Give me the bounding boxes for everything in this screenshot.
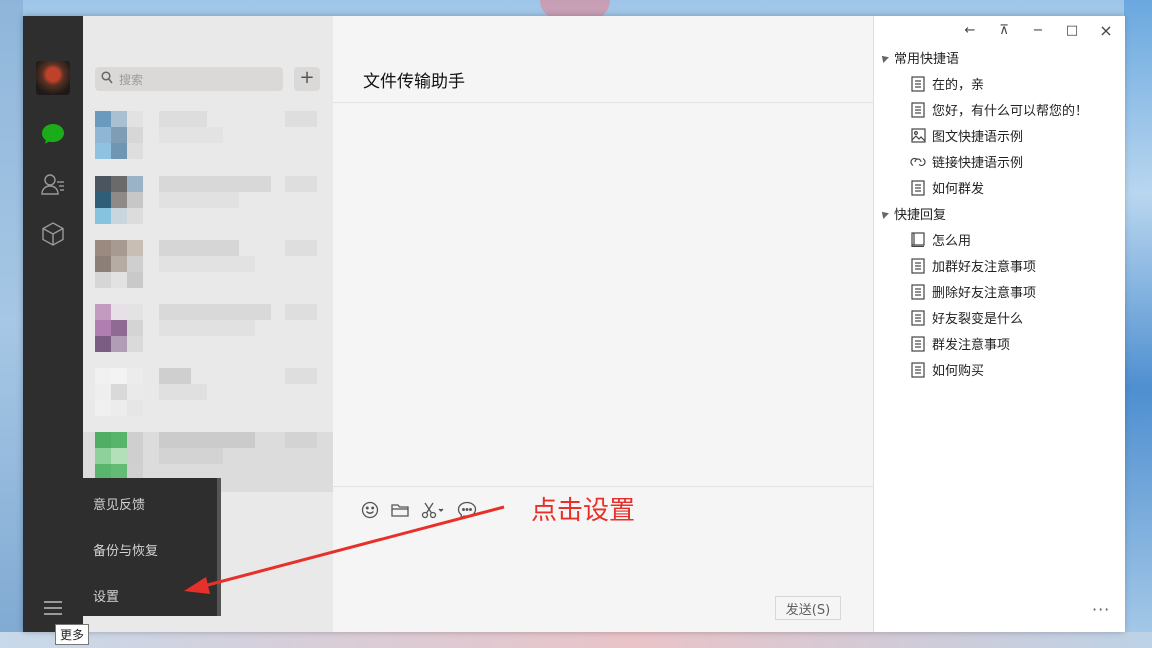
mini-program-box-icon[interactable]	[39, 220, 67, 248]
phrase-item[interactable]: 好友裂变是什么	[910, 308, 1023, 327]
phrase-item[interactable]: 在的，亲	[910, 74, 984, 93]
phrase-group-quick-reply[interactable]: 快捷回复	[879, 204, 947, 223]
document-icon	[910, 75, 926, 92]
avatar[interactable]	[36, 61, 70, 95]
phrase-item[interactable]: 怎么用	[910, 230, 971, 249]
phrase-item[interactable]: 您好，有什么可以帮您的！	[910, 100, 1088, 119]
phrase-item[interactable]: 群发注意事项	[910, 334, 1010, 353]
phrase-item[interactable]: 删除好友注意事项	[910, 282, 1036, 301]
menu-item-backup-restore[interactable]: 备份与恢复	[93, 540, 158, 559]
link-icon	[910, 154, 926, 170]
menu-item-feedback[interactable]: 意见反馈	[93, 494, 145, 513]
list-item[interactable]	[95, 304, 333, 364]
document-icon	[910, 179, 926, 196]
divider	[333, 102, 873, 103]
search-box[interactable]	[95, 67, 283, 91]
desktop-background-bottom	[0, 632, 1152, 648]
annotation-text: 点击设置	[531, 496, 636, 526]
search-input[interactable]	[117, 69, 281, 91]
collapse-triangle-icon	[879, 209, 889, 219]
nav-bar	[23, 16, 83, 632]
divider	[333, 486, 873, 487]
phrase-item[interactable]: 加群好友注意事项	[910, 256, 1036, 275]
desktop-background-right	[1124, 0, 1152, 648]
more-popup-menu: 意见反馈 备份与恢复 设置	[83, 478, 221, 616]
menu-item-settings[interactable]: 设置	[93, 586, 119, 605]
chat-bubble-icon[interactable]	[457, 500, 477, 520]
group-title: 常用快捷语	[894, 52, 960, 67]
add-chat-button[interactable]: +	[294, 67, 320, 91]
emoji-icon[interactable]	[360, 500, 380, 520]
phrase-item[interactable]: 链接快捷语示例	[910, 152, 1023, 171]
document-icon	[910, 101, 926, 118]
screenshot-scissors-icon[interactable]	[421, 500, 447, 520]
phrase-item[interactable]: 如何购买	[910, 360, 984, 379]
phrase-item[interactable]: 图文快捷语示例	[910, 126, 1023, 145]
wechat-window: + 意见反馈 备份与恢复 设置	[23, 16, 1125, 632]
chat-title: 文件传输助手	[363, 72, 465, 92]
document-icon	[910, 361, 926, 378]
menu-hamburger-icon[interactable]	[39, 594, 67, 622]
minimize-icon[interactable]: −	[1026, 22, 1050, 40]
list-item[interactable]	[95, 176, 333, 236]
chat-panel: 文件传输助手 发送(S)	[333, 16, 873, 632]
collapse-triangle-icon	[879, 53, 889, 63]
chat-icon[interactable]	[39, 120, 67, 148]
send-button[interactable]: 发送(S)	[775, 596, 841, 620]
document-icon	[910, 283, 926, 300]
maximize-icon[interactable]: □	[1060, 22, 1084, 40]
document-icon	[910, 335, 926, 352]
image-icon	[910, 128, 926, 144]
phrase-group-common[interactable]: 常用快捷语	[879, 48, 960, 67]
search-icon	[101, 71, 113, 89]
list-item[interactable]	[95, 368, 333, 428]
list-item[interactable]	[95, 111, 333, 171]
folder-icon[interactable]	[390, 500, 410, 520]
back-arrow-icon[interactable]: ←	[958, 22, 982, 40]
contacts-icon[interactable]	[39, 170, 67, 198]
more-tooltip: 更多	[55, 624, 90, 645]
book-icon	[910, 232, 926, 248]
more-options-icon[interactable]: ···	[1092, 600, 1110, 619]
document-icon	[910, 309, 926, 326]
group-title: 快捷回复	[894, 208, 947, 223]
pin-icon[interactable]: ⊼	[992, 22, 1016, 40]
phrase-item[interactable]: 如何群发	[910, 178, 984, 197]
list-item[interactable]	[95, 240, 333, 300]
document-icon	[910, 257, 926, 274]
quick-phrase-panel: ← ⊼ − □ × 常用快捷语 在的，亲 您好，有什么可以帮您的！ 图文快捷语示…	[873, 16, 1125, 632]
close-icon[interactable]: ×	[1094, 22, 1118, 40]
desktop-background-left	[0, 0, 23, 648]
